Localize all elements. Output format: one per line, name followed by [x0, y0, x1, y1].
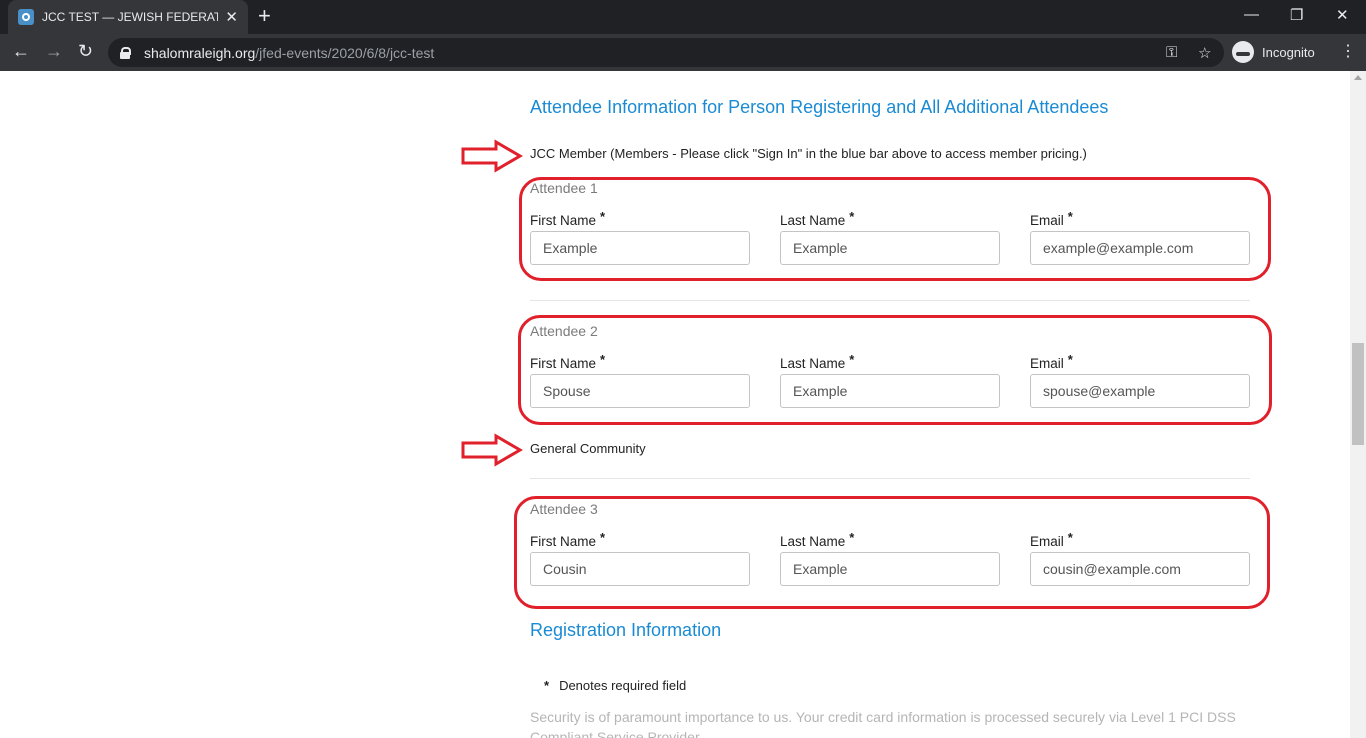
page-content: Attendee Information for Person Register…: [0, 71, 1350, 738]
first-name-label: First Name *: [530, 352, 606, 371]
attendee-2-highlight: [518, 315, 1272, 425]
last-name-label: Last Name *: [780, 209, 855, 228]
attendee-1-email-input[interactable]: [1030, 231, 1250, 265]
star-icon[interactable]: ☆: [1198, 44, 1211, 62]
attendee-2-email-input[interactable]: [1030, 374, 1250, 408]
incognito-indicator[interactable]: Incognito: [1232, 39, 1315, 65]
minimize-icon[interactable]: —: [1244, 6, 1259, 23]
first-name-label: First Name *: [530, 209, 606, 228]
attendee-1-title: Attendee 1: [530, 180, 598, 196]
key-icon[interactable]: ⚿: [1166, 44, 1177, 61]
attendee-2-first-name-input[interactable]: [530, 374, 750, 408]
first-name-label: First Name *: [530, 530, 606, 549]
registration-info-heading: Registration Information: [530, 620, 722, 640]
attendee-3-email-input[interactable]: [1030, 552, 1250, 586]
close-window-icon[interactable]: ✕: [1336, 6, 1349, 24]
new-tab-icon[interactable]: +: [258, 5, 271, 27]
restore-icon[interactable]: ❐: [1290, 6, 1303, 24]
attendee-1-last-name-input[interactable]: [780, 231, 1000, 265]
tab-title: JCC TEST — JEWISH FEDERATION: [42, 10, 218, 24]
email-label: Email *: [1030, 209, 1073, 228]
lock-icon: [120, 46, 131, 59]
last-name-label: Last Name *: [780, 352, 855, 371]
security-text: Security is of paramount importance to u…: [530, 709, 1236, 738]
menu-icon[interactable]: ⋮: [1340, 41, 1356, 61]
reload-icon[interactable]: ↻: [78, 41, 93, 62]
close-tab-icon[interactable]: ✕: [225, 8, 238, 26]
forward-icon[interactable]: →: [45, 41, 63, 62]
attendee-2-title: Attendee 2: [530, 323, 598, 339]
site-favicon-icon: [18, 9, 34, 25]
incognito-label: Incognito: [1262, 44, 1315, 60]
url-host: shalomraleigh.org: [144, 44, 256, 61]
tab-bar: JCC TEST — JEWISH FEDERATION ✕ + — ❐ ✕: [0, 0, 1366, 34]
attendee-3-title: Attendee 3: [530, 501, 598, 517]
attendee-3-first-name-input[interactable]: [530, 552, 750, 586]
email-label: Email *: [1030, 352, 1073, 371]
attendee-info-heading: Attendee Information for Person Register…: [530, 97, 1109, 117]
divider: [530, 300, 1250, 301]
email-label: Email *: [1030, 530, 1073, 549]
attendee-2-last-name-input[interactable]: [780, 374, 1000, 408]
browser-tab[interactable]: JCC TEST — JEWISH FEDERATION ✕: [8, 0, 248, 34]
annotation-arrow-icon: [461, 433, 523, 467]
browser-toolbar: ← → ↻ shalomraleigh.org/jfed-events/2020…: [0, 34, 1366, 71]
jcc-member-note: JCC Member (Members - Please click "Sign…: [530, 146, 1087, 161]
last-name-label: Last Name *: [780, 530, 855, 549]
attendee-1-highlight: [519, 177, 1271, 281]
url-path: /jfed-events/2020/6/8/jcc-test: [255, 44, 435, 61]
attendee-3-last-name-input[interactable]: [780, 552, 1000, 586]
incognito-icon: [1232, 41, 1254, 63]
vertical-scrollbar[interactable]: [1350, 71, 1366, 738]
annotation-arrow-icon: [461, 139, 523, 173]
scroll-thumb[interactable]: [1352, 343, 1364, 445]
scroll-up-icon[interactable]: [1354, 75, 1362, 80]
general-community-note: General Community: [530, 441, 646, 456]
required-note: * Denotes required field: [544, 678, 687, 693]
attendee-1-first-name-input[interactable]: [530, 231, 750, 265]
divider: [530, 478, 1250, 479]
back-icon[interactable]: ←: [12, 41, 30, 62]
address-bar[interactable]: shalomraleigh.org/jfed-events/2020/6/8/j…: [108, 38, 1224, 67]
